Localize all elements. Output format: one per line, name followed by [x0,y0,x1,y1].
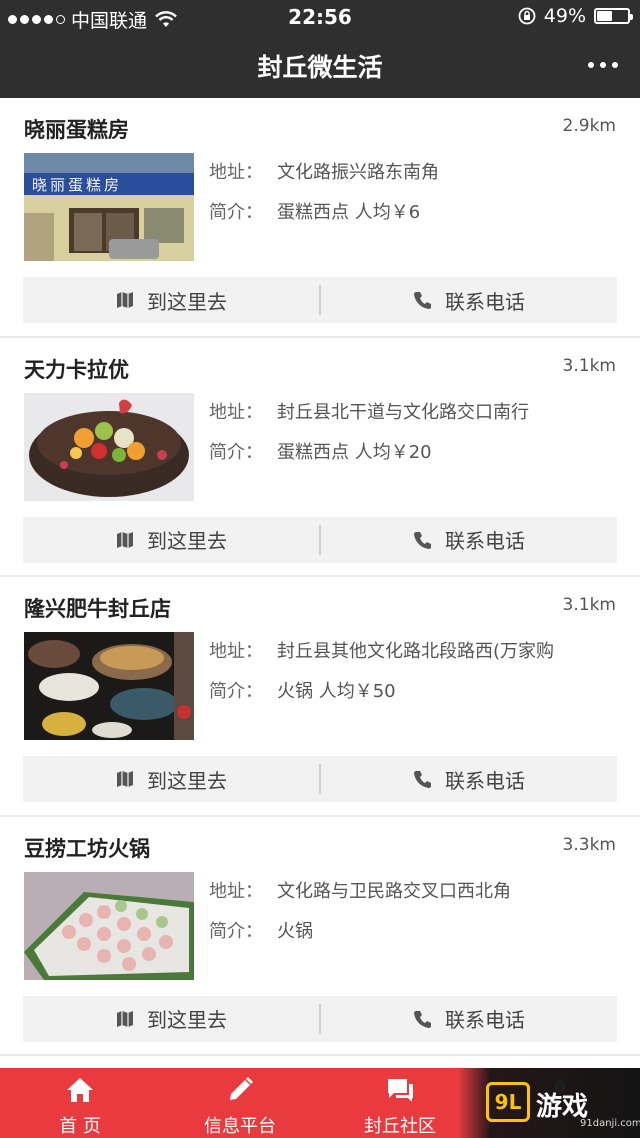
address-label: 地址： [209,162,263,183]
map-icon [117,1010,133,1027]
navigate-button[interactable]: 到这里去 [23,517,319,563]
call-button[interactable]: 联系电话 [321,517,617,563]
address-label: 地址： [209,641,263,662]
store-distance: 3.1km [562,355,616,376]
navigate-label: 到这里去 [147,529,227,553]
more-menu-button[interactable] [588,50,618,80]
tab-community[interactable]: 封丘社区 [320,1068,480,1138]
shop-sign-text: 晓丽蛋糕房 [32,176,122,194]
store-intro: 蛋糕西点 人均￥20 [277,441,432,463]
address-label: 地址： [209,401,263,423]
store-card[interactable]: 豆捞工坊火锅 3.3km 地址： 文化路与卫民路交叉口西北角 简介： 火锅 到这… [0,817,640,1056]
phone-icon [414,771,431,788]
store-info: 地址： 封丘县其他文化路北段路西(万家购 简介： 火锅 人均￥50 [209,639,629,719]
phone-icon [414,1010,431,1028]
call-label: 联系电话 [445,289,525,314]
phone-icon [414,292,431,309]
store-actions: 到这里去 联系电话 [23,756,617,802]
call-label: 联系电话 [445,529,525,553]
store-address: 封丘县北干道与文化路交口南行 [277,401,529,423]
tab-label: 封丘社区 [364,1116,436,1137]
store-info: 地址： 文化路与卫民路交叉口西北角 简介： 火锅 [209,879,629,959]
store-intro: 蛋糕西点 人均￥6 [277,202,421,223]
pencil-icon [230,1077,253,1100]
store-card[interactable]: 晓丽蛋糕房 2.9km 晓丽蛋糕房 地址： 文化路振兴路东南角 简介： 蛋糕西点 人… [0,98,640,338]
tab-info-platform[interactable]: 信息平台 [160,1068,320,1138]
call-button[interactable]: 联系电话 [321,996,617,1042]
store-photo[interactable] [24,871,194,980]
navigate-label: 到这里去 [147,289,227,314]
battery-area: 49% [518,5,633,27]
store-address: 文化路振兴路东南角 [277,162,439,183]
battery-percent: 49% [543,5,586,27]
map-icon [117,531,133,548]
navigate-button[interactable]: 到这里去 [23,277,319,323]
battery-icon [594,8,633,24]
tab-label: 首 页 [59,1116,101,1137]
store-actions: 到这里去 联系电话 [23,516,617,563]
store-name: 天力卡拉优 [24,357,129,382]
store-card[interactable]: 隆兴肥牛封丘店 3.1km 地址： 封丘县其他文化路北段路西(万家购 简介： 火锅 … [0,577,640,817]
store-actions: 到这里去 联系电话 [23,277,617,323]
store-distance: 3.1km [562,595,616,615]
phone-icon [414,531,431,549]
store-name: 晓丽蛋糕房 [24,118,129,142]
call-label: 联系电话 [445,1008,525,1032]
home-icon [67,1078,93,1102]
store-intro: 火锅 [277,920,313,942]
store-photo[interactable]: 晓丽蛋糕房 [24,153,194,261]
title-bar: 封丘微生活 [0,34,640,98]
chat-icon [388,1079,413,1102]
map-icon [117,771,133,787]
store-actions: 到这里去 联系电话 [23,995,617,1042]
store-name: 豆捞工坊火锅 [24,836,150,861]
tab-label: 信息平台 [204,1116,276,1137]
navigate-label: 到这里去 [147,1008,227,1032]
status-bar: 中国联通 22:56 49% [0,0,640,34]
page-title: 封丘微生活 [257,53,383,82]
navigate-label: 到这里去 [147,768,227,793]
store-intro: 火锅 人均￥50 [277,681,396,702]
store-card[interactable]: 天力卡拉优 3.1km 地址：封丘县北干道与文化路交口南行 简介：蛋糕西点 [0,338,640,577]
store-list: 晓丽蛋糕房 2.9km 晓丽蛋糕房 地址： 文化路振兴路东南角 简介： 蛋糕西点 人… [0,98,640,1056]
address-label: 地址： [209,880,263,902]
call-label: 联系电话 [445,768,525,793]
store-photo[interactable] [24,632,194,740]
store-distance: 2.9km [562,116,616,136]
intro-label: 简介： [209,441,263,463]
store-address: 封丘县其他文化路北段路西(万家购 [277,641,555,662]
watermark-domain: 91danji.com [580,1118,640,1129]
navigate-button[interactable]: 到这里去 [23,756,319,802]
store-info: 地址： 文化路振兴路东南角 简介： 蛋糕西点 人均￥6 [209,160,629,240]
store-address: 文化路与卫民路交叉口西北角 [277,880,511,902]
map-icon [117,292,133,308]
intro-label: 简介： [209,920,263,942]
store-info: 地址： 封丘县北干道与文化路交口南行 简介： 蛋糕西点 人均￥20 [209,400,629,480]
call-button[interactable]: 联系电话 [321,756,617,802]
navigate-button[interactable]: 到这里去 [23,996,319,1042]
store-photo[interactable] [24,392,194,501]
call-button[interactable]: 联系电话 [321,277,617,323]
tab-home[interactable]: 首 页 [0,1068,160,1138]
store-distance: 3.3km [562,834,616,855]
intro-label: 简介： [209,681,263,702]
store-name: 隆兴肥牛封丘店 [24,597,171,621]
intro-label: 简介： [209,202,263,223]
rotation-lock-icon [518,7,536,25]
watermark-logo: 9L [486,1082,530,1122]
